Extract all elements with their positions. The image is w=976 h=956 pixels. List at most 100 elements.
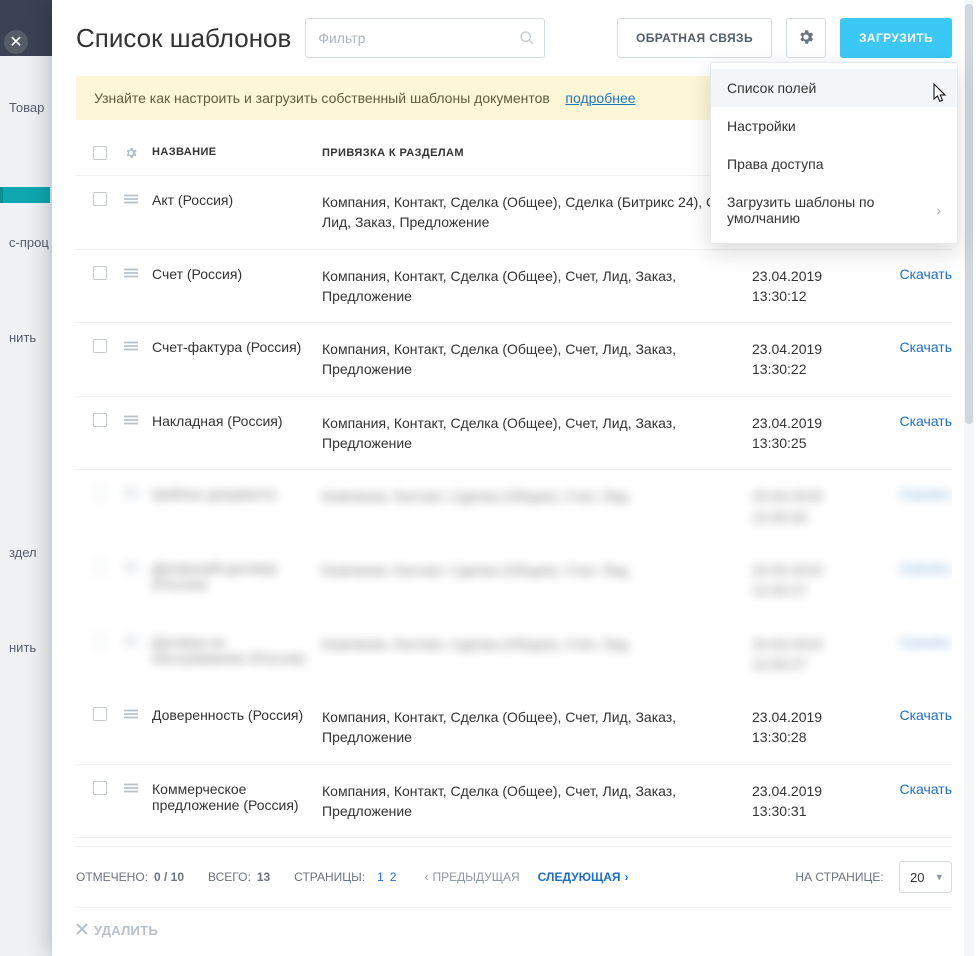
download-link[interactable]: Скачать [900, 413, 953, 429]
filter-input[interactable] [305, 18, 545, 58]
next-page[interactable]: СЛЕДУЮЩАЯ › [538, 870, 629, 884]
table-row: Договор подряда (Россия)Компания, Контак… [76, 838, 952, 846]
pages-label: СТРАНИЦЫ: [294, 870, 365, 884]
download-link[interactable]: Скачать [900, 266, 953, 282]
bg-sidebar: Товарс-процнитьзделнить [0, 56, 50, 956]
perpage-label: НА СТРАНИЦЕ: [795, 870, 883, 884]
download-link[interactable]: Скачать [900, 339, 953, 355]
row-name: Шаблон документа [152, 486, 322, 502]
feedback-button[interactable]: ОБРАТНАЯ СВЯЗЬ [617, 18, 772, 58]
table-row: Шаблон документаКомпания, Контакт, Сделк… [76, 470, 952, 544]
row-checkbox[interactable] [93, 486, 107, 500]
gear-icon[interactable] [124, 146, 138, 163]
bg-side-item [0, 282, 50, 298]
row-checkbox[interactable] [93, 781, 107, 795]
bg-side-item [0, 417, 50, 433]
dropdown-item[interactable]: Список полей [711, 69, 957, 107]
scrollbar-thumb[interactable] [965, 4, 973, 424]
total-label: ВСЕГО: [208, 870, 251, 884]
table-row: Счет-фактура (Россия)Компания, Контакт, … [76, 323, 952, 397]
download-link[interactable]: Скачать [900, 560, 953, 576]
close-button[interactable]: ✕ [4, 30, 28, 54]
drag-handle[interactable] [124, 707, 152, 724]
table-footer: ОТМЕЧЕНО: 0 / 10 ВСЕГО: 13 СТРАНИЦЫ: 12 … [76, 846, 952, 907]
select-all-checkbox[interactable] [93, 146, 107, 160]
page-link[interactable]: 1 [377, 870, 384, 884]
chevron-right-icon: › [936, 202, 941, 218]
page-link[interactable]: 2 [390, 870, 397, 884]
close-icon: ✕ [9, 32, 22, 52]
row-date: 23.04.201913:30:26 [752, 486, 872, 527]
dropdown-item-label: Список полей [727, 80, 816, 96]
th-bind[interactable]: ПРИВЯЗКА К РАЗДЕЛАМ [322, 146, 752, 162]
row-name: Счет-фактура (Россия) [152, 339, 322, 355]
delete-button[interactable]: УДАЛИТЬ [76, 923, 158, 938]
row-checkbox[interactable] [93, 634, 107, 648]
row-date: 23.04.201913:30:31 [752, 781, 872, 822]
drag-handle[interactable] [124, 266, 152, 283]
bg-side-item [0, 187, 50, 203]
banner-link[interactable]: подробнее [565, 90, 635, 106]
drag-handle[interactable] [124, 192, 152, 209]
row-date: 23.04.201913:30:27 [752, 634, 872, 675]
row-name: Дилерский договор (Россия) [152, 560, 322, 592]
row-name: Счет (Россия) [152, 266, 322, 282]
row-checkbox[interactable] [93, 560, 107, 574]
row-checkbox[interactable] [93, 266, 107, 280]
filter-wrap [305, 18, 545, 58]
drag-handle[interactable] [124, 781, 152, 798]
bg-side-item: здел [0, 537, 50, 568]
table-row: Накладная (Россия)Компания, Контакт, Сде… [76, 397, 952, 471]
drag-handle[interactable] [124, 486, 152, 503]
dropdown-item-label: Загрузить шаблоны по умолчанию [727, 194, 936, 226]
table-row: Договор на обслуживание (Россия)Компания… [76, 618, 952, 692]
drag-handle[interactable] [124, 634, 152, 651]
dropdown-item-label: Права доступа [727, 156, 823, 172]
scrollbar[interactable] [964, 0, 974, 956]
download-link[interactable]: Скачать [900, 781, 953, 797]
row-date: 23.04.201913:30:28 [752, 707, 872, 748]
row-checkbox[interactable] [93, 413, 107, 427]
th-name[interactable]: НАЗВАНИЕ [152, 146, 322, 158]
dropdown-item-label: Настройки [727, 118, 796, 134]
download-link[interactable]: Скачать [900, 486, 953, 502]
bg-side-item: с-проц [0, 227, 50, 258]
upload-button[interactable]: ЗАГРУЗИТЬ [840, 18, 952, 58]
close-icon [76, 923, 88, 938]
download-link[interactable]: Скачать [900, 634, 953, 650]
row-date: 23.04.201913:30:12 [752, 266, 872, 307]
drag-icon [124, 339, 138, 356]
drag-handle[interactable] [124, 560, 152, 577]
row-checkbox[interactable] [93, 707, 107, 721]
settings-gear-button[interactable] [786, 18, 826, 58]
row-checkbox[interactable] [93, 192, 107, 206]
row-date: 23.04.201913:30:27 [752, 560, 872, 601]
drag-handle[interactable] [124, 413, 152, 430]
bg-side-item [0, 497, 50, 513]
chevron-right-icon: › [625, 870, 629, 884]
bg-side-item [0, 457, 50, 473]
drag-icon [124, 486, 138, 503]
bg-side-item [0, 147, 50, 163]
perpage-segment: НА СТРАНИЦЕ: 20 ▾ [795, 861, 952, 893]
dropdown-item[interactable]: Права доступа [711, 145, 957, 183]
page-title: Список шаблонов [76, 23, 291, 54]
row-checkbox[interactable] [93, 339, 107, 353]
marked-value: 0 / 10 [154, 870, 184, 884]
dropdown-item[interactable]: Настройки [711, 107, 957, 145]
prev-page[interactable]: ‹ ПРЕДЫДУЩАЯ [424, 870, 519, 884]
marked-segment: ОТМЕЧЕНО: 0 / 10 [76, 870, 184, 884]
download-link[interactable]: Скачать [900, 707, 953, 723]
perpage-select[interactable]: 20 [899, 861, 952, 893]
row-bind: Компания, Контакт, Сделка (Общее), Счет,… [322, 266, 752, 307]
row-name: Доверенность (Россия) [152, 707, 322, 723]
settings-dropdown: Список полей Настройки Права доступа Загруз… [710, 62, 958, 244]
drag-handle[interactable] [124, 339, 152, 356]
banner-text: Узнайте как настроить и загрузить собств… [94, 90, 550, 106]
row-date: 23.04.201913:30:22 [752, 339, 872, 380]
drag-icon [124, 413, 138, 430]
pages-segment: СТРАНИЦЫ: 12 [294, 870, 396, 884]
dropdown-item[interactable]: Загрузить шаблоны по умолчанию› [711, 183, 957, 237]
bg-side-item: нить [0, 632, 50, 663]
drag-icon [124, 560, 138, 577]
